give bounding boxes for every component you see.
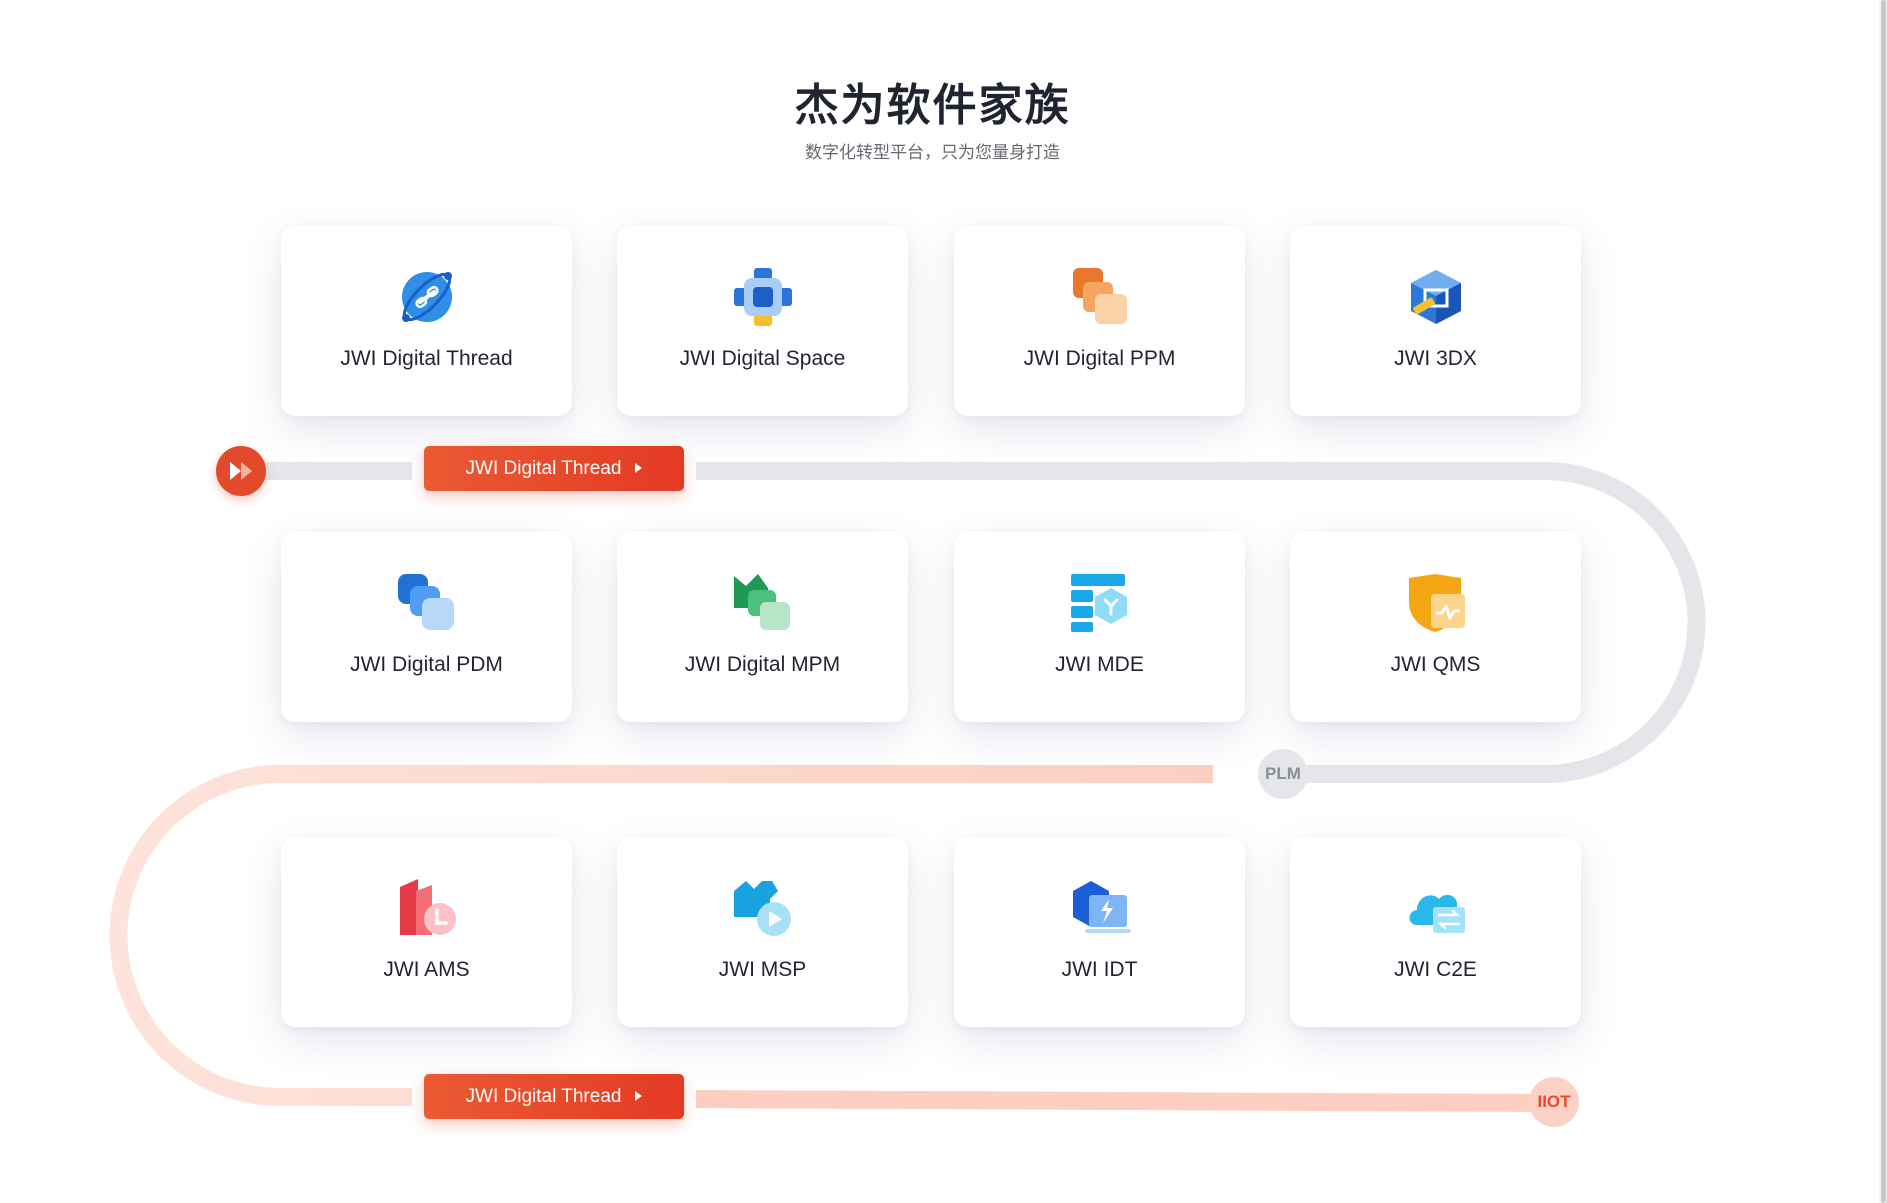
product-name: JWI QMS (1390, 653, 1481, 676)
product-name: JWI Digital PDM (350, 653, 503, 676)
product-name: JWI Digital PPM (1023, 347, 1176, 370)
product-card[interactable]: JWI QMS (1290, 532, 1581, 722)
iiot-node: IIOT (1529, 1077, 1579, 1127)
product-card[interactable]: JWI MDE (954, 532, 1245, 722)
product-name: JWI IDT (1061, 958, 1138, 981)
digital-thread-button-label: JWI Digital Thread (465, 458, 622, 479)
product-card[interactable]: JWI Digital PDM (281, 532, 572, 722)
product-name: JWI Digital Thread (340, 347, 513, 370)
digital-mpm-icon (732, 572, 794, 634)
product-name: JWI MDE (1055, 653, 1144, 676)
product-card[interactable]: JWI MSP (617, 837, 908, 1027)
plm-node: PLM (1258, 749, 1308, 799)
digital-thread-button[interactable]: JWI Digital Thread (424, 446, 684, 491)
product-card[interactable]: JWI IDT (954, 837, 1245, 1027)
digital-ppm-icon (1069, 266, 1131, 328)
product-name: JWI Digital Space (679, 347, 846, 370)
product-card[interactable]: JWI Digital Thread (281, 226, 572, 416)
fast-forward-icon (230, 462, 252, 480)
caret-right-icon (635, 463, 643, 473)
product-name: JWI C2E (1394, 958, 1477, 981)
product-name: JWI 3DX (1394, 347, 1477, 370)
digital-thread-button[interactable]: JWI Digital Thread (424, 1074, 684, 1119)
product-card[interactable]: JWI C2E (1290, 837, 1581, 1027)
digital-space-icon (732, 266, 794, 328)
product-card[interactable]: JWI Digital Space (617, 226, 908, 416)
qms-icon (1405, 572, 1467, 634)
product-name: JWI AMS (383, 958, 470, 981)
3dx-icon (1405, 266, 1467, 328)
product-card[interactable]: JWI 3DX (1290, 226, 1581, 416)
digital-pdm-icon (396, 572, 458, 634)
mde-icon (1069, 572, 1131, 634)
product-name: JWI Digital MPM (684, 653, 841, 676)
digital-thread-icon (396, 266, 458, 328)
msp-icon (732, 877, 794, 939)
rail-pink-segment (695, 1090, 1541, 1112)
product-card[interactable]: JWI Digital PPM (954, 226, 1245, 416)
product-card[interactable]: JWI AMS (281, 837, 572, 1027)
product-card[interactable]: JWI Digital MPM (617, 532, 908, 722)
idt-icon (1069, 877, 1131, 939)
caret-right-icon (635, 1091, 643, 1101)
c2e-icon (1405, 877, 1467, 939)
ams-icon (396, 877, 458, 939)
play-button[interactable] (216, 446, 266, 496)
digital-thread-button-label: JWI Digital Thread (465, 1086, 622, 1107)
product-name: JWI MSP (718, 958, 807, 981)
